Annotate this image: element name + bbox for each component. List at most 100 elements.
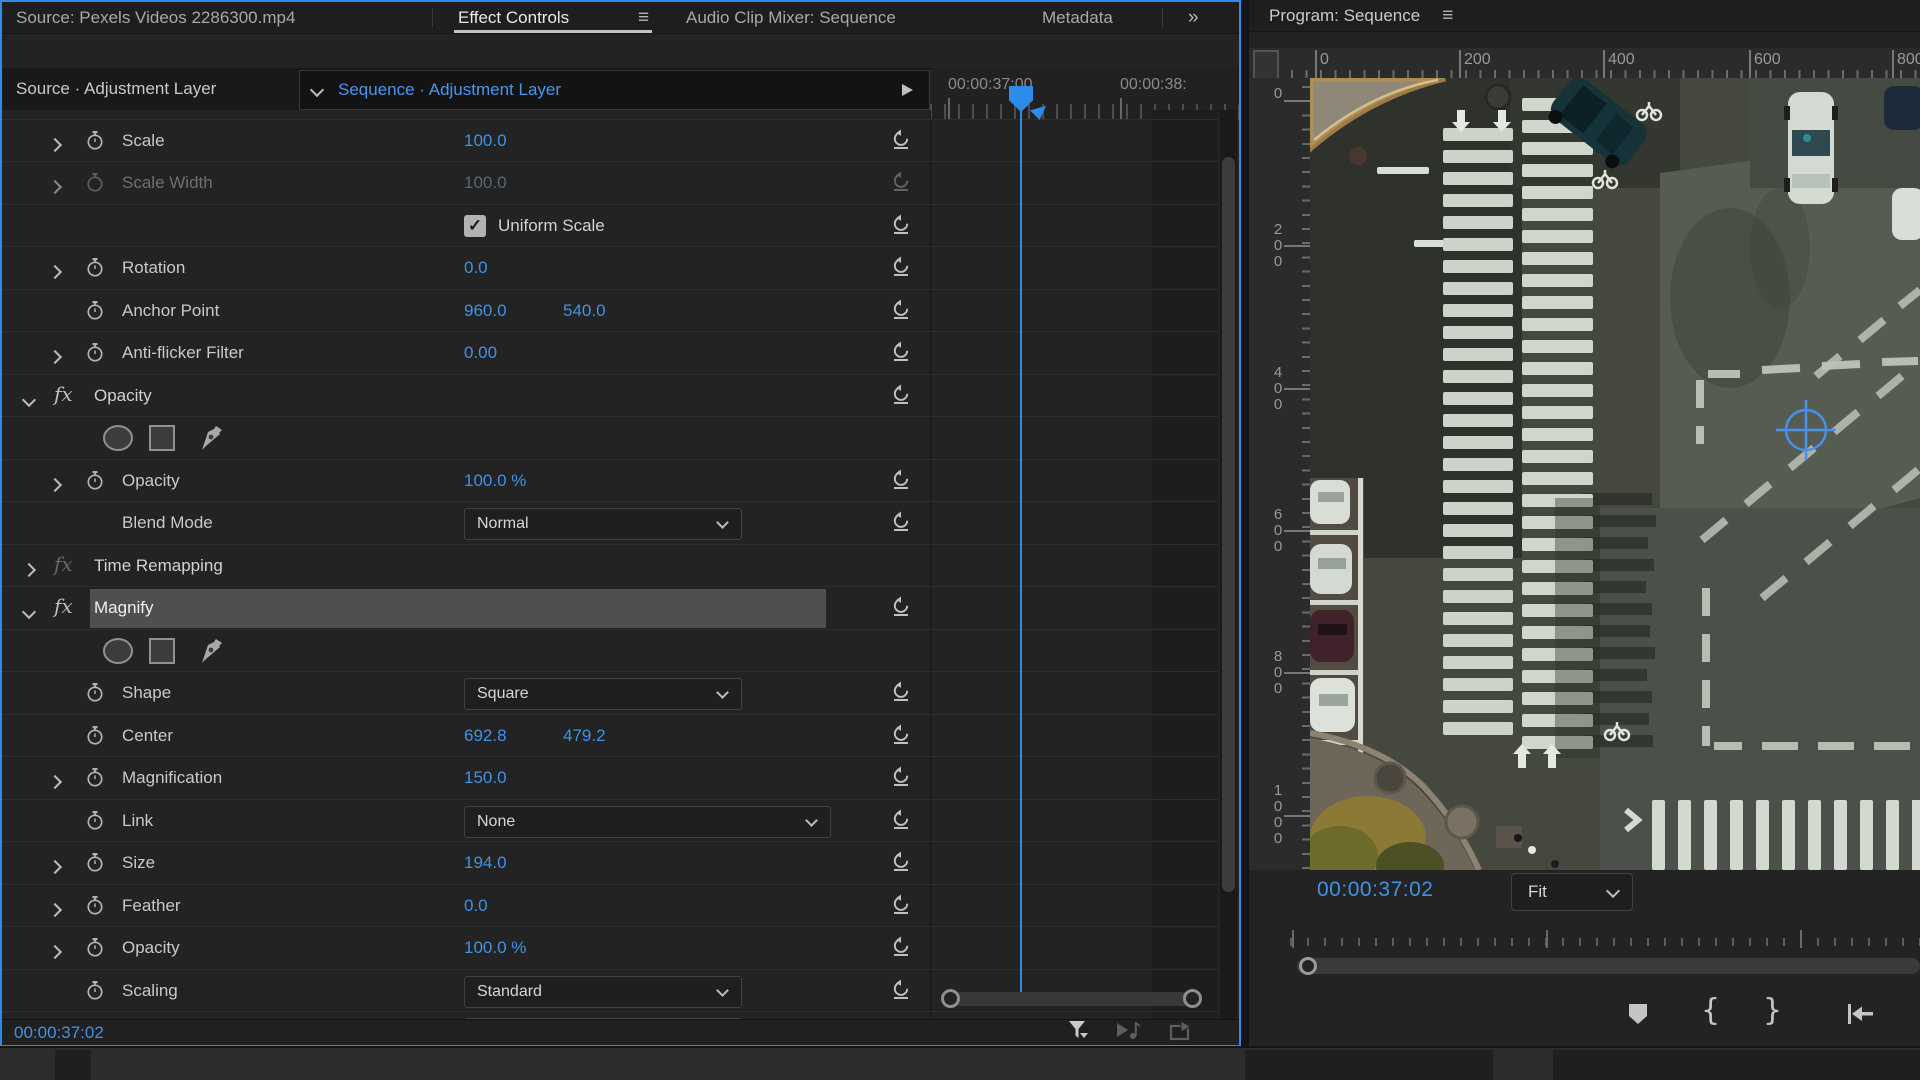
stopwatch-icon[interactable] bbox=[86, 725, 104, 752]
stopwatch-icon[interactable] bbox=[86, 257, 104, 284]
uniform-scale-checkbox[interactable]: ✓ bbox=[464, 215, 486, 237]
scaling-dropdown[interactable]: Standard bbox=[464, 976, 742, 1008]
program-video-frame[interactable] bbox=[1310, 78, 1920, 870]
reset-effect-icon[interactable] bbox=[890, 341, 912, 368]
collapse-chevron-icon[interactable] bbox=[22, 393, 36, 407]
current-timecode[interactable]: 00:00:37:02 bbox=[14, 1023, 104, 1043]
vertical-scrollbar[interactable] bbox=[1220, 110, 1237, 1019]
panel-menu-icon[interactable]: ≡ bbox=[626, 2, 649, 33]
property-value[interactable]: 100.0 % bbox=[464, 460, 526, 502]
effect-name[interactable]: Time Remapping bbox=[90, 545, 223, 587]
expand-chevron-icon[interactable] bbox=[48, 945, 62, 959]
reset-effect-icon[interactable] bbox=[890, 469, 912, 496]
tab-source-monitor[interactable]: Source: Pexels Videos 2286300.mp4 bbox=[16, 2, 295, 33]
shape-dropdown[interactable]: Square bbox=[464, 678, 742, 710]
stopwatch-icon[interactable] bbox=[86, 130, 104, 157]
property-value[interactable]: 100.0 bbox=[464, 120, 507, 162]
export-frame-icon[interactable] bbox=[1169, 1019, 1195, 1046]
reset-effect-icon[interactable] bbox=[890, 766, 912, 793]
reset-effect-icon[interactable] bbox=[890, 384, 912, 411]
expand-chevron-icon[interactable] bbox=[48, 903, 62, 917]
stopwatch-icon[interactable] bbox=[86, 810, 104, 837]
filter-properties-icon[interactable] bbox=[1067, 1019, 1089, 1046]
stopwatch-icon[interactable] bbox=[86, 342, 104, 369]
property-value[interactable]: 100.0 % bbox=[464, 927, 526, 969]
program-mini-timeline[interactable] bbox=[1290, 930, 1920, 952]
program-tab-bar: Program: Sequence ≡ bbox=[1249, 0, 1920, 32]
mark-out-icon[interactable]: } bbox=[1763, 994, 1782, 1028]
expand-chevron-icon[interactable] bbox=[48, 265, 62, 279]
reset-effect-icon[interactable] bbox=[890, 936, 912, 963]
tab-effect-controls[interactable]: Effect Controls bbox=[458, 2, 569, 33]
stopwatch-icon[interactable] bbox=[86, 895, 104, 922]
reset-effect-icon[interactable] bbox=[890, 894, 912, 921]
tab-program-sequence[interactable]: Program: Sequence bbox=[1269, 6, 1420, 26]
tab-overflow-chevron-icon[interactable]: » bbox=[1188, 2, 1197, 33]
reset-effect-icon[interactable] bbox=[890, 511, 912, 538]
zoom-level-dropdown[interactable]: Fit bbox=[1511, 873, 1633, 911]
stopwatch-icon[interactable] bbox=[86, 767, 104, 794]
scrollbar-handle[interactable] bbox=[1299, 957, 1317, 975]
property-value-x[interactable]: 960.0 bbox=[464, 290, 507, 332]
tab-metadata[interactable]: Metadata bbox=[1042, 2, 1113, 33]
sequence-clip-selector[interactable]: Sequence · Adjustment Layer bbox=[299, 70, 930, 110]
stopwatch-icon[interactable] bbox=[86, 937, 104, 964]
property-value[interactable]: 0.0 bbox=[464, 247, 488, 289]
effect-name[interactable]: Magnify bbox=[90, 587, 154, 629]
timeline-zoom-bar[interactable] bbox=[945, 992, 1198, 1006]
expand-chevron-icon[interactable] bbox=[48, 138, 62, 152]
expand-chevron-icon[interactable] bbox=[48, 775, 62, 789]
reset-effect-icon[interactable] bbox=[890, 214, 912, 241]
pen-mask-icon[interactable] bbox=[194, 637, 226, 672]
expand-chevron-icon[interactable] bbox=[48, 350, 62, 364]
zoom-handle-left[interactable] bbox=[941, 989, 960, 1008]
stopwatch-icon[interactable] bbox=[86, 980, 104, 1007]
blend-mode-dropdown[interactable]: Normal bbox=[464, 508, 742, 540]
stopwatch-icon[interactable] bbox=[86, 682, 104, 709]
property-value[interactable]: 194.0 bbox=[464, 842, 507, 884]
property-value[interactable]: 0.00 bbox=[464, 332, 497, 374]
tab-audio-clip-mixer[interactable]: Audio Clip Mixer: Sequence bbox=[686, 2, 896, 33]
property-value[interactable]: 150.0 bbox=[464, 757, 507, 799]
link-dropdown[interactable]: None bbox=[464, 806, 831, 838]
stopwatch-icon[interactable] bbox=[86, 470, 104, 497]
expand-chevron-icon[interactable] bbox=[48, 478, 62, 492]
property-value-x[interactable]: 692.8 bbox=[464, 715, 507, 757]
vertical-scrollbar-thumb[interactable] bbox=[1222, 157, 1235, 892]
reset-effect-icon[interactable] bbox=[890, 256, 912, 283]
go-to-in-icon[interactable] bbox=[1845, 1002, 1875, 1031]
reset-effect-icon[interactable] bbox=[890, 299, 912, 326]
rectangle-mask-icon[interactable] bbox=[148, 637, 176, 670]
reset-effect-icon[interactable] bbox=[890, 809, 912, 836]
rectangle-mask-icon[interactable] bbox=[148, 424, 176, 457]
property-value[interactable]: 0.0 bbox=[464, 885, 488, 927]
expand-chevron-icon[interactable] bbox=[48, 860, 62, 874]
ellipse-mask-icon[interactable] bbox=[100, 637, 136, 670]
ruler-label: 800 bbox=[1271, 649, 1285, 697]
property-value-y[interactable]: 540.0 bbox=[563, 290, 606, 332]
stopwatch-icon[interactable] bbox=[86, 852, 104, 879]
reset-effect-icon[interactable] bbox=[890, 129, 912, 156]
reset-effect-icon[interactable] bbox=[890, 596, 912, 623]
play-clip-icon[interactable] bbox=[902, 84, 913, 96]
pen-mask-icon[interactable] bbox=[194, 424, 226, 459]
ellipse-mask-icon[interactable] bbox=[100, 424, 136, 457]
zoom-handle-right[interactable] bbox=[1183, 989, 1202, 1008]
reset-effect-icon[interactable] bbox=[890, 681, 912, 708]
effect-name[interactable]: Opacity bbox=[90, 375, 152, 417]
stopwatch-icon[interactable] bbox=[86, 300, 104, 327]
reset-effect-icon[interactable] bbox=[890, 724, 912, 751]
reset-effect-icon[interactable] bbox=[890, 979, 912, 1006]
play-audio-only-icon[interactable] bbox=[1115, 1019, 1143, 1046]
property-value-y[interactable]: 479.2 bbox=[563, 715, 606, 757]
program-scrollbar[interactable] bbox=[1297, 958, 1920, 974]
collapse-chevron-icon[interactable] bbox=[22, 605, 36, 619]
program-timecode[interactable]: 00:00:37:02 bbox=[1317, 878, 1433, 902]
playhead-line[interactable] bbox=[1020, 100, 1022, 1003]
expand-chevron-icon[interactable] bbox=[22, 563, 36, 577]
expand-chevron-icon[interactable] bbox=[48, 180, 62, 194]
hamburger-icon[interactable]: ≡ bbox=[1442, 5, 1453, 27]
mark-in-icon[interactable]: { bbox=[1701, 994, 1720, 1028]
add-marker-icon[interactable] bbox=[1627, 1002, 1649, 1031]
reset-effect-icon[interactable] bbox=[890, 851, 912, 878]
